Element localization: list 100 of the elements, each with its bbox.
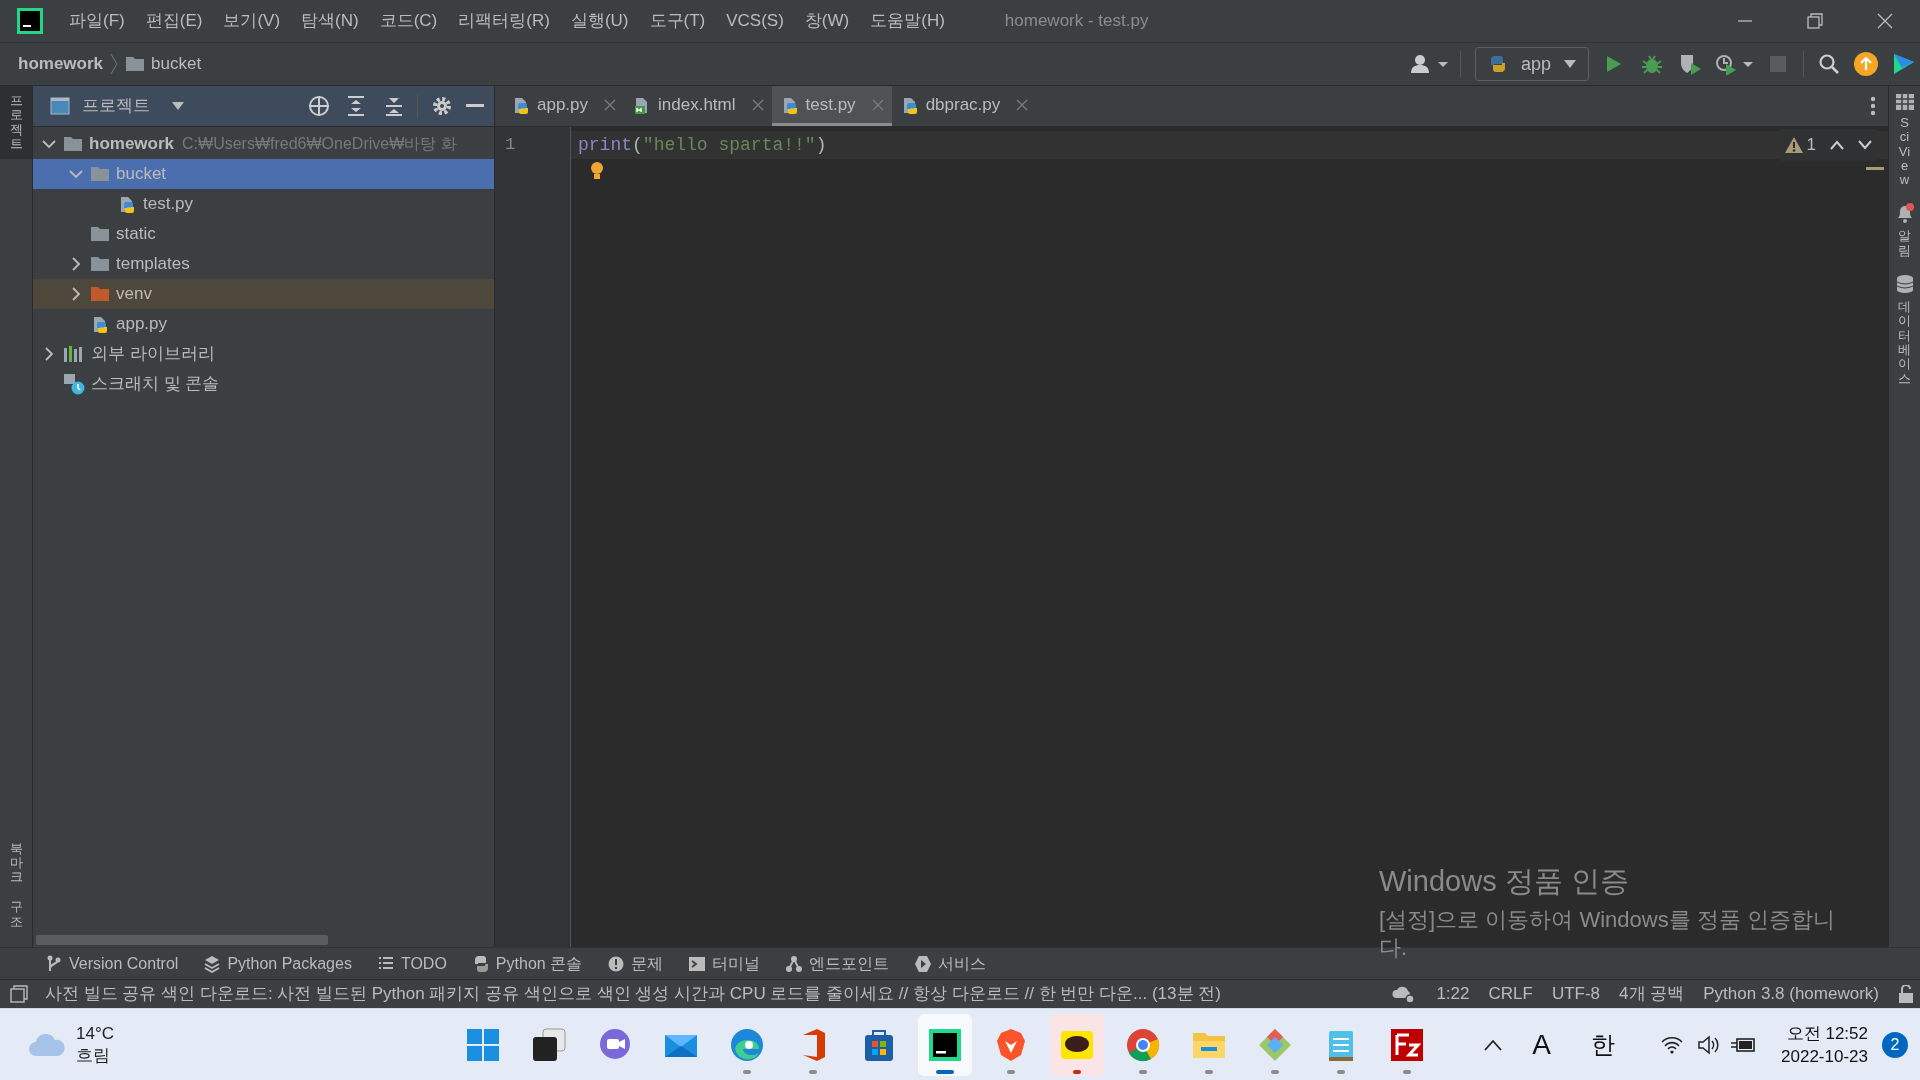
tree-item[interactable]: 스크래치 및 콘솔	[33, 369, 494, 399]
minimize-icon[interactable]	[466, 104, 484, 108]
status-item[interactable]: 4개 공백	[1619, 981, 1685, 1007]
taskbar-app[interactable]	[1050, 1013, 1104, 1076]
warning-marker[interactable]	[1866, 167, 1884, 170]
close-icon[interactable]	[1877, 13, 1893, 29]
weather-condition[interactable]: 흐림	[76, 1044, 114, 1067]
profile-icon[interactable]	[1715, 53, 1755, 75]
grid-icon[interactable]	[1895, 94, 1914, 110]
tree-item[interactable]: app.py	[33, 309, 494, 339]
folder-icon	[125, 54, 146, 74]
tool-window-button[interactable]: 터미널	[689, 951, 761, 976]
toolbox-logo-icon[interactable]	[1892, 52, 1916, 76]
wifi-icon[interactable]	[1661, 1035, 1684, 1054]
notification-badge[interactable]: 2	[1882, 1031, 1908, 1058]
editor-tab[interactable]: app.py	[503, 86, 625, 126]
menu-item[interactable]: 도구(T)	[648, 8, 707, 34]
tool-window-tab[interactable]: 구조	[0, 892, 32, 937]
update-icon[interactable]	[1854, 52, 1878, 76]
taskbar-app[interactable]	[918, 1013, 972, 1076]
status-message[interactable]: 사전 빌드 공유 색인 다운로드: 사전 빌드된 Python 패키지 공유 색인으로 색인 생성 시간과 CPU 로드를 줄이세요 // 항상 다운로드 // 한 번만 다운... (13분 전)	[45, 981, 1221, 1007]
caret-icon	[1564, 60, 1576, 68]
bug-icon[interactable]	[1641, 53, 1663, 75]
tool-window-tab[interactable]: 북마크	[0, 833, 32, 893]
scrollbar-thumb[interactable]	[36, 935, 328, 945]
tree-item[interactable]: homework C:₩Users₩fred6₩OneDrive₩바탕 화	[33, 129, 494, 159]
tool-window-button[interactable]: Python Packages	[204, 951, 352, 976]
panel-icon[interactable]	[10, 985, 28, 1003]
menu-item[interactable]: 보기(V)	[222, 8, 282, 34]
run-configuration-dropdown[interactable]: app	[1475, 47, 1589, 81]
menu-item[interactable]: 실행(U)	[569, 8, 630, 34]
close-icon[interactable]	[1016, 98, 1029, 111]
tool-window-button[interactable]: 문제	[608, 951, 664, 976]
locate-icon[interactable]	[308, 95, 330, 117]
tool-window-tab[interactable]: SciView	[1895, 94, 1914, 188]
breadcrumb-item[interactable]: bucket	[151, 51, 202, 77]
tree-item[interactable]: 외부 라이브러리	[33, 339, 494, 369]
clock[interactable]: 오전 12:52 2022-10-23	[1781, 1021, 1868, 1068]
close-icon[interactable]	[604, 98, 617, 111]
cloud-settings-icon[interactable]	[1392, 984, 1417, 1004]
caret-icon[interactable]	[172, 102, 184, 110]
folder-icon	[90, 254, 110, 274]
activation-title: Windows 정품 인증	[1379, 864, 1630, 899]
app-logo-icon	[17, 8, 43, 34]
collapse-all-icon[interactable]	[385, 96, 403, 116]
menu-item[interactable]: 코드(C)	[378, 8, 439, 34]
project-name: homework	[89, 133, 175, 156]
menu-item[interactable]: 창(W)	[803, 8, 851, 34]
editor-tab[interactable]: dbprac.py	[891, 86, 1037, 126]
tool-window-tab[interactable]: 알림	[1894, 203, 1915, 259]
settings-icon[interactable]	[432, 96, 452, 116]
panel-title[interactable]: 프로젝트	[82, 93, 150, 119]
tool-window-button[interactable]: 엔드포인트	[786, 951, 890, 976]
user-icon[interactable]	[1410, 54, 1450, 74]
status-item[interactable]: Python 3.8 (homework)	[1703, 981, 1879, 1007]
menu-item[interactable]: 리팩터링(R)	[457, 8, 551, 34]
tool-window-button[interactable]: TODO	[377, 951, 447, 976]
line-number: 1	[504, 134, 517, 156]
status-item[interactable]: 1:22	[1436, 981, 1470, 1007]
tool-window-tab[interactable]: 프로젝트	[0, 86, 32, 160]
menu-item[interactable]: 편집(E)	[144, 8, 204, 34]
menu-item[interactable]: 파일(F)	[68, 8, 126, 34]
weather-temperature[interactable]: 14°C	[76, 1022, 114, 1045]
next-icon[interactable]	[1858, 140, 1872, 150]
editor-tab[interactable]: test.py	[771, 86, 892, 126]
close-icon[interactable]	[751, 98, 764, 111]
menu-item[interactable]: 탐색(N)	[300, 8, 360, 34]
window-title: homework - test.py	[1004, 10, 1149, 33]
database-icon[interactable]	[1896, 274, 1913, 295]
search-icon[interactable]	[1818, 53, 1840, 75]
tool-window-tab[interactable]: 데이터베이스	[1896, 274, 1913, 386]
app-logo-icon	[927, 1026, 963, 1063]
status-item[interactable]: CRLF	[1488, 981, 1533, 1007]
coverage-icon[interactable]	[1679, 53, 1703, 75]
chevron-up-icon[interactable]	[1484, 1038, 1503, 1051]
menu-item[interactable]: 도움말(H)	[869, 8, 946, 34]
tool-window-button[interactable]: Python 콘솔	[472, 951, 583, 976]
expand-all-icon[interactable]	[347, 96, 365, 116]
input-mode-indicator[interactable]: A	[1532, 1023, 1552, 1066]
tree-item[interactable]: test.py	[33, 189, 494, 219]
editor-tab[interactable]: index.html	[624, 86, 772, 126]
restore-icon[interactable]	[1807, 13, 1823, 29]
folder-icon	[90, 224, 110, 244]
tree-item[interactable]: templates	[33, 249, 494, 279]
language-indicator[interactable]: 한	[1591, 1026, 1616, 1063]
task-view-icon	[531, 1026, 567, 1063]
breadcrumb-item[interactable]: homework	[18, 51, 104, 77]
menu-item[interactable]: VCS(S)	[725, 8, 785, 34]
previous-icon[interactable]	[1830, 140, 1844, 150]
tool-window-button[interactable]: 서비스	[915, 951, 987, 976]
more-icon[interactable]	[1870, 96, 1876, 116]
status-item[interactable]: UTF-8	[1551, 981, 1601, 1007]
branch-icon	[46, 954, 62, 973]
tree-item[interactable]: venv	[33, 279, 494, 309]
tree-item[interactable]: static	[33, 219, 494, 249]
unlock-icon[interactable]	[1898, 985, 1914, 1003]
tool-window-button[interactable]: Version Control	[46, 951, 179, 976]
windows-logo-icon	[465, 1026, 501, 1063]
lightbulb-icon[interactable]	[589, 161, 605, 181]
warning-count[interactable]: 1	[1784, 132, 1816, 158]
